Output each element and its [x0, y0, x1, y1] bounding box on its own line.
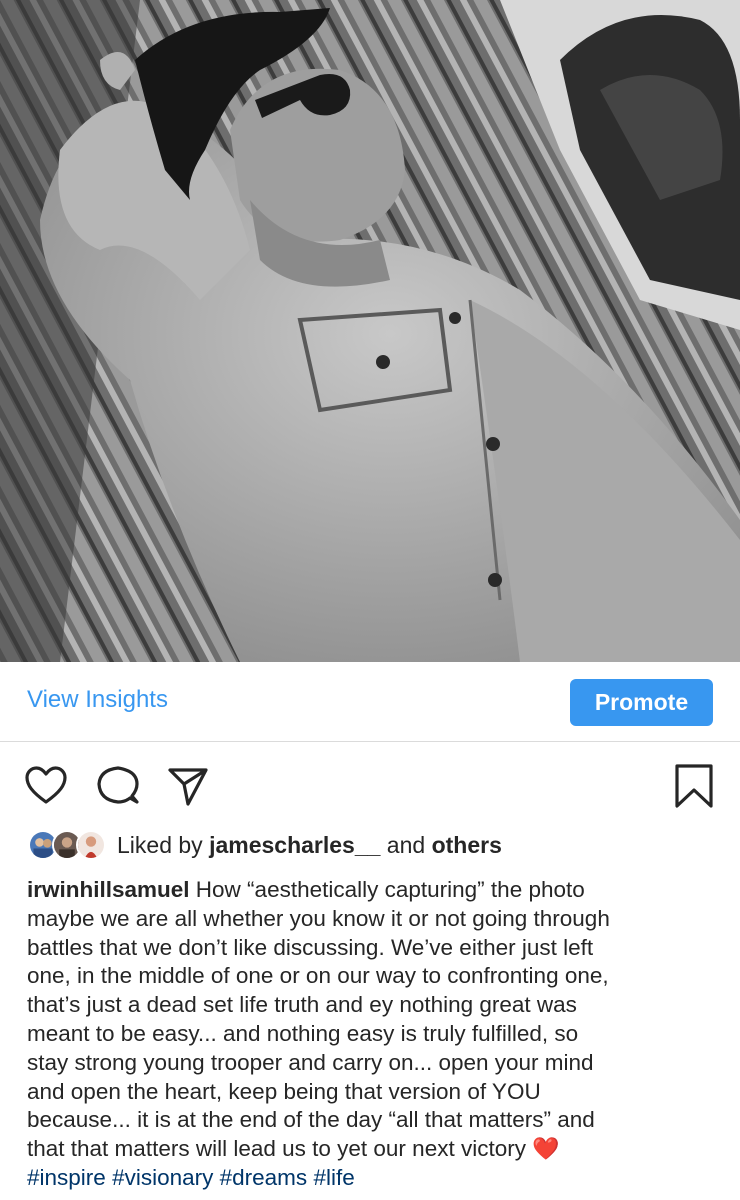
- likes-middle: and: [380, 832, 432, 858]
- likes-others-link[interactable]: others: [432, 832, 502, 858]
- liker-avatars[interactable]: [28, 828, 108, 862]
- caption-line: and open the heart, keep being that vers…: [27, 1078, 541, 1104]
- post-photo[interactable]: [0, 0, 740, 662]
- heart-icon[interactable]: [22, 762, 70, 810]
- caption-line: one, in the middle of one or on our way …: [27, 963, 609, 989]
- avatar: [76, 830, 106, 860]
- caption-line: maybe we are all whether you know it or …: [27, 905, 610, 931]
- post-photo-image: [0, 0, 740, 662]
- post-caption: irwinhillsamuel How “aesthetically captu…: [27, 876, 717, 1193]
- hashtag-link[interactable]: #dreams: [220, 1165, 308, 1190]
- likes-row: Liked by jamescharles__ and others: [28, 828, 728, 864]
- likes-text: Liked by jamescharles__ and others: [117, 832, 502, 859]
- caption-line: because... it is at the end of the day “…: [27, 1107, 595, 1133]
- bookmark-icon[interactable]: [670, 762, 718, 810]
- comment-icon[interactable]: [94, 762, 142, 810]
- hashtags: #inspire #visionary #dreams #life: [27, 1165, 355, 1190]
- heart-emoji: ❤️: [532, 1136, 560, 1162]
- caption-line: How “aesthetically capturing” the photo: [189, 877, 585, 902]
- caption-line: that that matters will lead us to yet ou…: [27, 1136, 533, 1162]
- post-actions: [0, 756, 740, 814]
- caption-line: stay strong young trooper and carry on..…: [27, 1049, 594, 1075]
- insights-bar: View Insights Promote: [0, 662, 740, 742]
- hashtag-link[interactable]: #visionary: [112, 1165, 213, 1190]
- share-icon[interactable]: [164, 762, 212, 810]
- promote-button[interactable]: Promote: [570, 679, 713, 726]
- view-insights-link[interactable]: View Insights: [27, 686, 168, 714]
- likes-prefix: Liked by: [117, 832, 210, 858]
- caption-username[interactable]: irwinhillsamuel: [27, 877, 190, 902]
- liker-username[interactable]: jamescharles__: [209, 832, 380, 858]
- hashtag-link[interactable]: #inspire: [27, 1165, 106, 1190]
- caption-line: battles that we don’t like discussing. W…: [27, 934, 594, 960]
- caption-line: that’s just a dead set life truth and ey…: [27, 992, 577, 1018]
- hashtag-link[interactable]: #life: [313, 1165, 354, 1190]
- caption-line: meant to be easy... and nothing easy is …: [27, 1020, 579, 1046]
